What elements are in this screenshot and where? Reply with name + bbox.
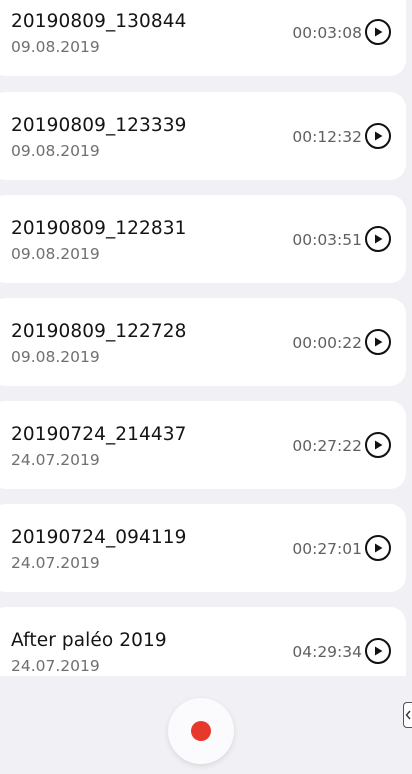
play-button[interactable] [365, 432, 391, 458]
play-button[interactable] [365, 19, 391, 45]
chevron-left-icon [405, 710, 411, 720]
play-circle-icon [375, 131, 383, 141]
play-circle-icon [375, 234, 383, 244]
recording-item[interactable]: 20190809_122831 09.08.2019 00:03:51 [0, 195, 406, 283]
recording-duration: 04:29:34 [292, 643, 362, 661]
recording-name: After paléo 2019 [11, 630, 167, 651]
recording-item[interactable]: 20190809_130844 09.08.2019 00:03:08 [0, 0, 406, 76]
recording-item[interactable]: 20190809_123339 09.08.2019 00:12:32 [0, 92, 406, 180]
recordings-list[interactable]: 20190809_130844 09.08.2019 00:03:08 2019… [0, 0, 412, 676]
recording-date: 09.08.2019 [11, 348, 100, 366]
recording-date: 24.07.2019 [11, 451, 100, 469]
play-circle-icon [375, 440, 383, 450]
recording-date: 09.08.2019 [11, 142, 100, 160]
recording-date: 24.07.2019 [11, 657, 100, 675]
play-circle-icon [375, 543, 383, 553]
recording-name: 20190724_094119 [11, 527, 187, 548]
recording-duration: 00:12:32 [292, 128, 362, 146]
recording-duration: 00:27:01 [292, 540, 362, 558]
recording-name: 20190809_122831 [11, 218, 187, 239]
recording-duration: 00:00:22 [292, 334, 362, 352]
recording-duration: 00:03:51 [292, 231, 362, 249]
recording-date: 09.08.2019 [11, 38, 100, 56]
recording-item[interactable]: 20190724_094119 24.07.2019 00:27:01 [0, 504, 406, 592]
recording-item[interactable]: 20190809_122728 09.08.2019 00:00:22 [0, 298, 406, 386]
play-button[interactable] [365, 638, 391, 664]
recording-name: 20190809_122728 [11, 321, 187, 342]
recording-duration: 00:27:22 [292, 437, 362, 455]
recording-name: 20190724_214437 [11, 424, 187, 445]
record-bar [0, 676, 412, 774]
recording-name: 20190809_130844 [11, 11, 187, 32]
recordings-screen: 20190809_130844 09.08.2019 00:03:08 2019… [0, 0, 412, 774]
recording-item[interactable]: 20190724_214437 24.07.2019 00:27:22 [0, 401, 406, 489]
side-panel-handle[interactable] [403, 702, 412, 728]
play-button[interactable] [365, 123, 391, 149]
record-dot-icon [191, 721, 211, 741]
recording-item[interactable]: After paléo 2019 24.07.2019 04:29:34 [0, 607, 406, 676]
play-circle-icon [375, 337, 383, 347]
recording-name: 20190809_123339 [11, 115, 187, 136]
recording-date: 09.08.2019 [11, 245, 100, 263]
play-button[interactable] [365, 535, 391, 561]
play-button[interactable] [365, 329, 391, 355]
play-circle-icon [375, 646, 383, 656]
play-circle-icon [375, 27, 383, 37]
record-button[interactable] [168, 698, 234, 764]
recording-duration: 00:03:08 [292, 24, 362, 42]
play-button[interactable] [365, 226, 391, 252]
recording-date: 24.07.2019 [11, 554, 100, 572]
